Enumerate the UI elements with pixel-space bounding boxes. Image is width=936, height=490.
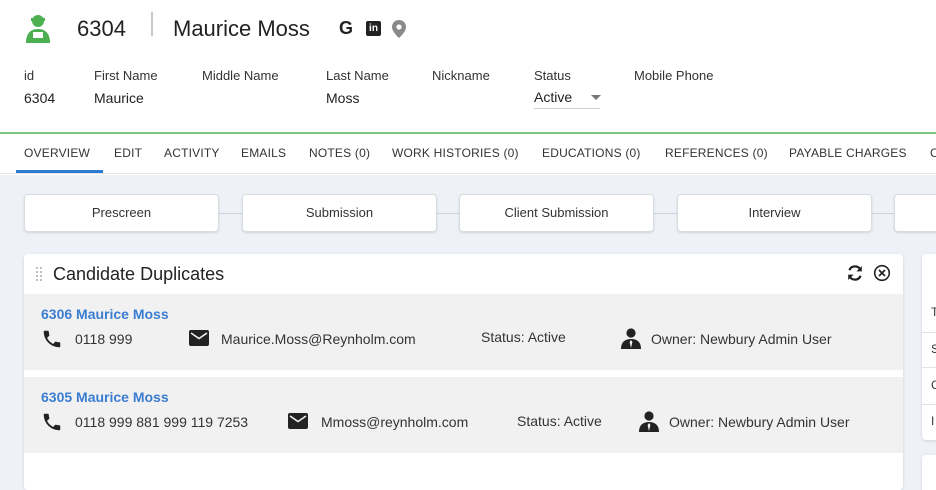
id-value: 6304 [24, 90, 56, 106]
location-pin-icon[interactable] [392, 20, 406, 38]
record-name: Maurice Moss [173, 16, 310, 41]
linkedin-icon[interactable]: in [366, 21, 381, 36]
mobile-phone-label: Mobile Phone [634, 68, 714, 83]
record-header: 6304 Maurice Moss G in id 6304 First Nam… [0, 0, 936, 134]
stage-interview[interactable]: Interview [677, 194, 872, 232]
tab-overflow[interactable]: C [930, 146, 936, 160]
tab-overview[interactable]: OVERVIEW [24, 146, 90, 160]
stage-next[interactable] [894, 194, 936, 232]
tab-references[interactable]: REFERENCES (0) [665, 146, 768, 160]
duplicate-row: 6305 Maurice Moss 0118 999 881 999 119 7… [24, 377, 903, 453]
stage-submission[interactable]: Submission [242, 194, 437, 232]
avatar-icon [26, 15, 50, 43]
tab-bar: OVERVIEW EDIT ACTIVITY EMAILS NOTES (0) … [0, 134, 936, 174]
status-value: Active [534, 89, 573, 105]
side-panel-divider [922, 332, 936, 333]
header-divider [151, 12, 153, 36]
drag-handle-icon[interactable] [35, 266, 45, 282]
candidate-duplicates-card: Candidate Duplicates 6306 Maurice Moss 0… [24, 254, 903, 490]
tab-emails[interactable]: EMAILS [241, 146, 286, 160]
duplicate-phone: 0118 999 [75, 331, 133, 347]
status-label: Status [534, 68, 571, 83]
tab-payable-charges[interactable]: PAYABLE CHARGES [789, 146, 907, 160]
duplicate-email[interactable]: Maurice.Moss@Reynholm.com [221, 331, 416, 347]
middle-name-label: Middle Name [202, 68, 279, 83]
chevron-down-icon[interactable] [591, 95, 601, 100]
side-panel-item: S [931, 342, 936, 356]
tab-educations[interactable]: EDUCATIONS (0) [542, 146, 641, 160]
duplicate-name-link[interactable]: 6306 Maurice Moss [41, 306, 169, 322]
side-panel-partial-2 [922, 455, 936, 490]
duplicate-email[interactable]: Mmoss@reynholm.com [321, 414, 468, 430]
tab-edit[interactable]: EDIT [114, 146, 142, 160]
active-tab-indicator [16, 170, 103, 173]
stage-client-submission[interactable]: Client Submission [459, 194, 654, 232]
card-title: Candidate Duplicates [53, 264, 225, 284]
duplicate-status: Status: Active [481, 329, 566, 345]
last-name-label: Last Name [326, 68, 389, 83]
refresh-icon[interactable] [846, 264, 864, 282]
google-icon[interactable]: G [339, 18, 353, 39]
first-name-label: First Name [94, 68, 158, 83]
duplicate-owner: Owner: Newbury Admin User [651, 331, 832, 347]
side-panel-divider [922, 367, 936, 368]
first-name-value: Maurice [94, 90, 144, 106]
nickname-label: Nickname [432, 68, 490, 83]
tab-activity[interactable]: ACTIVITY [164, 146, 220, 160]
tab-work-histories[interactable]: WORK HISTORIES (0) [392, 146, 519, 160]
side-panel-item: T [931, 305, 936, 319]
duplicate-owner: Owner: Newbury Admin User [669, 414, 850, 430]
duplicate-phone: 0118 999 881 999 119 7253 [75, 414, 249, 430]
duplicate-status: Status: Active [517, 413, 602, 429]
phone-icon [43, 330, 61, 348]
last-name-value: Moss [326, 90, 360, 106]
stage-prescreen[interactable]: Prescreen [24, 194, 219, 232]
side-panel-item: C [931, 378, 936, 392]
phone-icon [43, 413, 61, 431]
side-panel-divider [922, 404, 936, 405]
duplicate-name-link[interactable]: 6305 Maurice Moss [41, 389, 169, 405]
close-circle-icon[interactable] [873, 264, 891, 282]
email-icon [189, 330, 209, 346]
tab-notes[interactable]: NOTES (0) [309, 146, 370, 160]
email-icon [288, 413, 308, 429]
id-label: id [24, 68, 35, 83]
owner-user-icon [621, 328, 641, 349]
record-id: 6304 [77, 16, 126, 41]
owner-user-icon [639, 411, 659, 432]
duplicate-row: 6306 Maurice Moss 0118 999 Maurice.Moss@… [24, 294, 903, 370]
side-panel-item: I [931, 414, 935, 428]
side-panel-partial: T S C I [922, 254, 936, 440]
